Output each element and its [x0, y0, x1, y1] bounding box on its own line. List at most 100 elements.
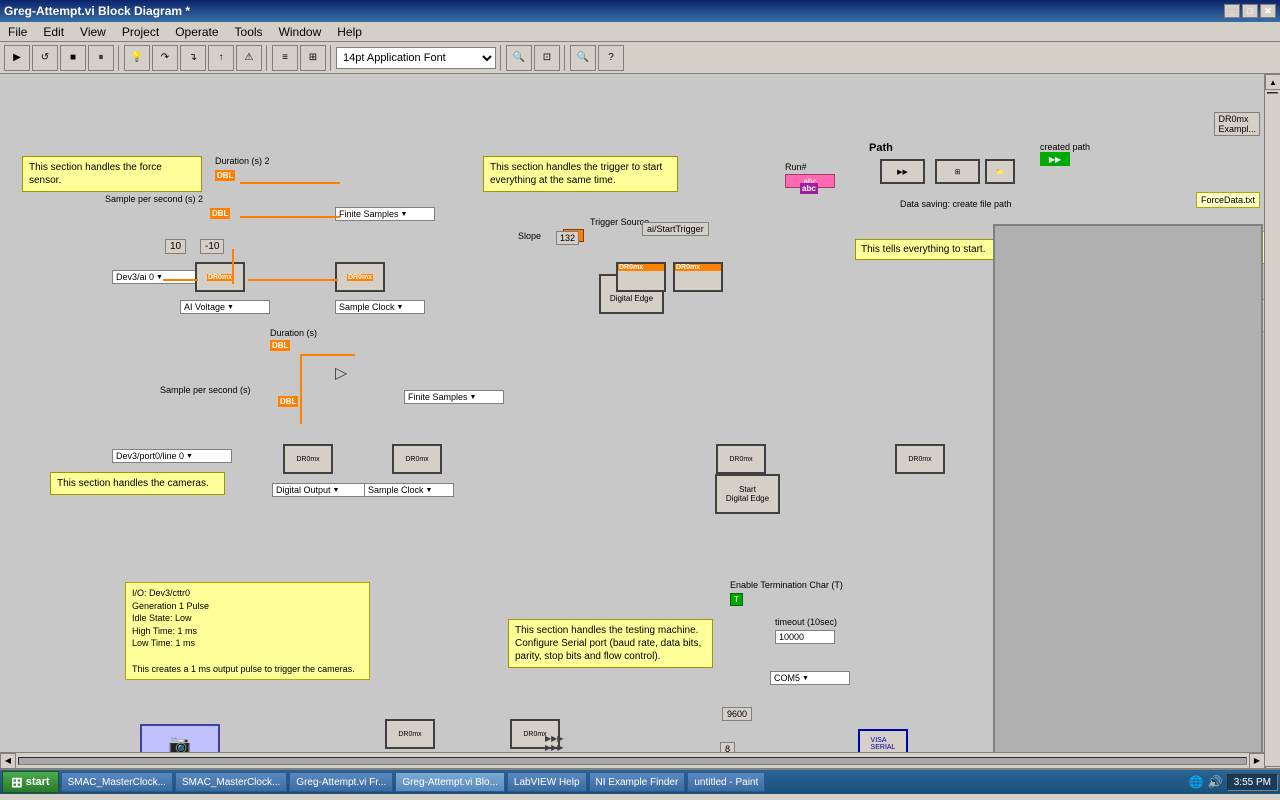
- wire-h-2: [240, 216, 340, 218]
- windows-icon: ⊞: [11, 774, 23, 791]
- step-into-button[interactable]: ↴: [180, 45, 206, 71]
- scroll-track-h[interactable]: [18, 757, 1247, 765]
- note-camera-section: This section handles the cameras.: [50, 472, 225, 495]
- created-path-label: created path: [1040, 142, 1090, 152]
- menu-project[interactable]: Project: [114, 23, 167, 41]
- arrow-wires: ▶▶▶▶▶▶: [545, 734, 563, 752]
- title-bar: Greg-Attempt.vi Block Diagram * _ □ ✕: [0, 0, 1280, 22]
- maximize-button[interactable]: □: [1242, 4, 1258, 18]
- scroll-left-button[interactable]: ◀: [0, 753, 16, 769]
- wire-h-4: [248, 279, 338, 281]
- menu-edit[interactable]: Edit: [35, 23, 72, 41]
- menu-operate[interactable]: Operate: [167, 23, 226, 41]
- path-node-3: 📁: [985, 159, 1015, 184]
- value-10: 10: [165, 239, 186, 254]
- duration-s2-label: Duration (s): [270, 328, 317, 338]
- menu-window[interactable]: Window: [271, 23, 330, 41]
- sample-per-sec-label: Sample per second (s) 2: [105, 194, 203, 204]
- daq-node-right-1: DR0mx: [716, 444, 766, 474]
- vertical-scrollbar[interactable]: ▲ ▼: [1264, 74, 1280, 768]
- finite-samples-dropdown-2[interactable]: Finite Samples: [404, 390, 504, 404]
- created-path-terminal: ▶▶: [1040, 152, 1070, 166]
- zoom-button[interactable]: 🔍: [506, 45, 532, 71]
- taskbar-item-3[interactable]: Greg-Attempt.vi Blo...: [395, 772, 505, 792]
- taskbar-item-4[interactable]: LabVIEW Help: [507, 772, 587, 792]
- scroll-up-button[interactable]: ▲: [1265, 74, 1280, 90]
- dev3-port0-dropdown[interactable]: Dev3/port0/line 0: [112, 449, 232, 463]
- daq-node-right-2: DR0mx: [895, 444, 945, 474]
- path-node-1: ▶▶: [880, 159, 925, 184]
- resize-button[interactable]: ⊡: [534, 45, 560, 71]
- minimize-button[interactable]: _: [1224, 4, 1240, 18]
- com5-dropdown[interactable]: COM5: [770, 671, 850, 685]
- duration-label: Duration (s) 2: [215, 156, 270, 166]
- duration-s2-terminal: DBL: [270, 339, 290, 351]
- bool-true: T: [730, 593, 743, 606]
- dbl-node-2: DR0mx: [335, 262, 385, 292]
- scroll-track-v[interactable]: [1267, 92, 1278, 94]
- scroll-right-button[interactable]: ▶: [1249, 753, 1265, 769]
- start-digital-edge-2: StartDigital Edge: [715, 474, 780, 514]
- font-select[interactable]: 14pt Application Font: [336, 47, 496, 69]
- run-cont-button[interactable]: ↺: [32, 45, 58, 71]
- taskbar-item-6[interactable]: untitled - Paint: [687, 772, 765, 792]
- daq-node-camera-1: DR0mx: [283, 444, 333, 474]
- taskbar-item-0[interactable]: SMAC_MasterClock...: [61, 772, 173, 792]
- step-out-button[interactable]: ↑: [208, 45, 234, 71]
- dbl-node-1: DR0mx: [195, 262, 245, 292]
- sample-clock-dropdown-2[interactable]: Sample Clock: [364, 483, 454, 497]
- distribute-button[interactable]: ⊞: [300, 45, 326, 71]
- wire-h-3: [163, 279, 198, 281]
- taskbar-item-5[interactable]: NI Example Finder: [589, 772, 686, 792]
- ai-voltage-dropdown[interactable]: AI Voltage: [180, 300, 270, 314]
- ai-start-trigger: ai/StartTrigger: [642, 222, 709, 236]
- run-button[interactable]: ▶: [4, 45, 30, 71]
- arrow-1: ▷: [335, 363, 347, 383]
- search-button[interactable]: 🔍: [570, 45, 596, 71]
- volume-icon: 🔊: [1208, 775, 1223, 789]
- wire-h-1: [240, 182, 340, 184]
- highlight-button[interactable]: 💡: [124, 45, 150, 71]
- sep5: [564, 45, 566, 71]
- step-over-button[interactable]: ↷: [152, 45, 178, 71]
- menu-help[interactable]: Help: [329, 23, 370, 41]
- warn-button[interactable]: ⚠: [236, 45, 262, 71]
- right-panel: [993, 224, 1263, 768]
- toolbar: ▶ ↺ ■ ⏸ 💡 ↷ ↴ ↑ ⚠ ≡ ⊞ 14pt Application F…: [0, 42, 1280, 74]
- daq-node-camera-2: DR0mx: [392, 444, 442, 474]
- close-button[interactable]: ✕: [1260, 4, 1276, 18]
- dbl-node-4: DR0mx: [673, 262, 723, 292]
- block-diagram-canvas: DR0mxExampl... This section handles the …: [0, 74, 1280, 768]
- menu-file[interactable]: File: [0, 23, 35, 41]
- digital-output-dropdown[interactable]: Digital Output: [272, 483, 367, 497]
- finite-samples-dropdown-1[interactable]: Finite Samples: [335, 207, 435, 221]
- enable-term-char-label: Enable Termination Char (T): [730, 580, 843, 590]
- taskbar-item-1[interactable]: SMAC_MasterClock...: [175, 772, 287, 792]
- align-button[interactable]: ≡: [272, 45, 298, 71]
- menu-view[interactable]: View: [72, 23, 114, 41]
- main-area: DR0mxExampl... This section handles the …: [0, 74, 1280, 794]
- note-start: This tells everything to start.: [855, 239, 1010, 260]
- start-button[interactable]: ⊞ start: [2, 771, 59, 793]
- network-icon: 🌐: [1189, 775, 1204, 789]
- force-data-txt: ForceData.txt: [1196, 192, 1260, 208]
- title-controls[interactable]: _ □ ✕: [1224, 4, 1276, 18]
- taskbar: ⊞ start SMAC_MasterClock... SMAC_MasterC…: [0, 768, 1280, 794]
- daq-camera-bottom-1: DR0mx: [385, 719, 435, 749]
- sep3: [330, 45, 332, 71]
- timeout-label: timeout (10sec): [775, 617, 837, 627]
- dbl-node-3: DR0mx: [616, 262, 666, 292]
- timeout-value: 10000: [775, 630, 835, 644]
- abort-button[interactable]: ■: [60, 45, 86, 71]
- sample-clock-dropdown-1[interactable]: Sample Clock: [335, 300, 425, 314]
- menu-tools[interactable]: Tools: [227, 23, 271, 41]
- sample-per-sec2-label: Sample per second (s): [160, 385, 251, 395]
- sep4: [500, 45, 502, 71]
- pause-button[interactable]: ⏸: [88, 45, 114, 71]
- help-button[interactable]: ?: [598, 45, 624, 71]
- window-title: Greg-Attempt.vi Block Diagram *: [4, 4, 190, 18]
- dromx-label: DR0mxExampl...: [1214, 112, 1260, 136]
- taskbar-item-2[interactable]: Greg-Attempt.vi Fr...: [289, 772, 393, 792]
- slope-value: 132: [556, 231, 579, 245]
- horizontal-scrollbar[interactable]: ◀ ▶: [0, 752, 1265, 768]
